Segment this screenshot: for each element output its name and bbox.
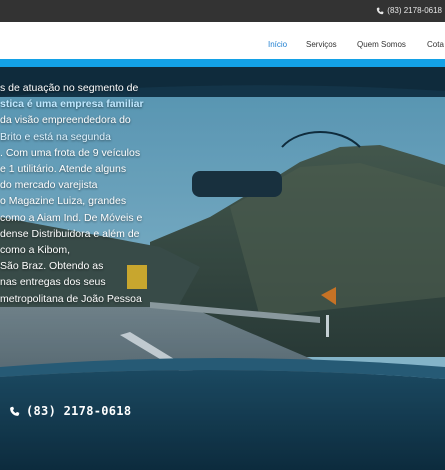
main-navigation: Início Serviços Quem Somos Cota xyxy=(0,22,445,59)
hero-line: do mercado varejista xyxy=(0,179,98,192)
phone-icon xyxy=(377,7,384,14)
hero-line: como a Aiam Ind. De Móveis e xyxy=(0,211,143,224)
hero-section: s de atuação no segmento de stica é uma … xyxy=(0,67,445,470)
topbar-phone[interactable]: (83) 2178-0618 xyxy=(376,6,442,15)
hero-line: metropolitana de João Pessoa xyxy=(0,292,142,305)
accent-divider xyxy=(0,59,445,67)
hero-line: e 1 utilitário. Atende alguns xyxy=(0,163,127,176)
nav-item-cotacao[interactable]: Cota xyxy=(427,40,444,49)
hero-line: São Braz. Obtendo as xyxy=(0,260,104,273)
hero-line: nas entregas dos seus xyxy=(0,276,106,289)
hero-line: s de atuação no segmento de xyxy=(0,82,139,94)
hero-line: stica é uma empresa familiar xyxy=(0,98,144,111)
phone-icon xyxy=(10,406,20,416)
hero-line: dense Distribuidora e além de xyxy=(0,227,140,240)
hero-line: como a Kibom, xyxy=(0,244,71,257)
hero-description: s de atuação no segmento de stica é uma … xyxy=(0,80,190,307)
hero-line: o Magazine Luiza, grandes xyxy=(0,195,127,208)
nav-item-servicos[interactable]: Serviços xyxy=(306,40,337,49)
top-bar: (83) 2178-0618 xyxy=(0,0,445,22)
hero-phone-link[interactable]: (83) 2178-0618 xyxy=(9,404,131,418)
nav-item-inicio[interactable]: Início xyxy=(268,40,287,49)
topbar-phone-number: (83) 2178-0618 xyxy=(387,6,442,15)
hero-line: Brito e está na segunda xyxy=(0,130,111,143)
nav-item-quem-somos[interactable]: Quem Somos xyxy=(357,40,406,49)
hero-phone-number: (83) 2178-0618 xyxy=(26,404,132,418)
hero-line: da visão empreendedora do xyxy=(0,114,131,127)
hero-line: . Com uma frota de 9 veículos xyxy=(0,146,141,159)
